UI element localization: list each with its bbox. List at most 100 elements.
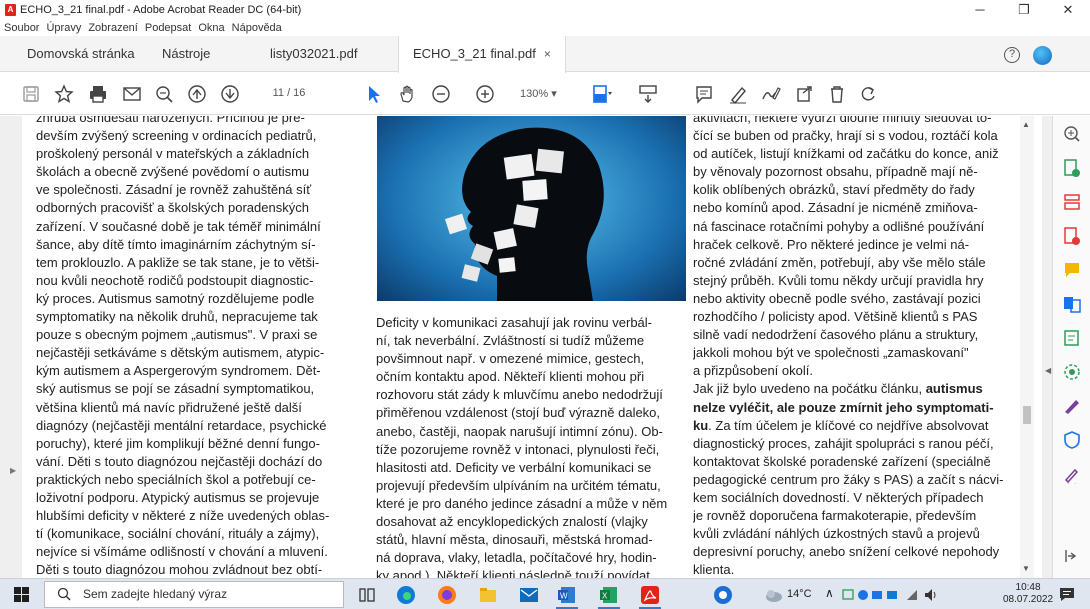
zoom-search-icon[interactable] — [153, 83, 175, 105]
menu-help[interactable]: Nápověda — [232, 22, 282, 34]
page-up-icon[interactable] — [186, 83, 208, 105]
page-indicator: / 16 — [258, 87, 305, 99]
text-line: aktivitách, některé vydrží dlouhé minuty… — [693, 116, 992, 125]
acrobat-taskbar-icon[interactable] — [639, 584, 661, 606]
close-tab-icon[interactable]: × — [544, 47, 551, 61]
protect-icon[interactable] — [1062, 430, 1082, 450]
text-line: nebo aktivity obecně podle svého, zastáv… — [693, 290, 981, 306]
zoom-tool-icon[interactable] — [1062, 124, 1082, 144]
page-down-icon[interactable] — [219, 83, 241, 105]
text-line: hlasitosti atd. Deficity ve verbální kom… — [376, 459, 652, 475]
rotate-icon[interactable] — [857, 83, 879, 105]
tab-listy[interactable]: listy032021.pdf — [270, 36, 357, 72]
taskbar-search-box[interactable]: Sem zadejte hledaný výraz — [44, 581, 344, 608]
organize-pages-icon[interactable] — [1062, 192, 1082, 212]
text-line: ský autismus se pojí se zásadní symptoma… — [36, 381, 315, 397]
minimize-button[interactable]: ─ — [958, 0, 1002, 20]
combine-files-icon[interactable] — [1062, 294, 1082, 314]
fill-sign-icon[interactable] — [1062, 396, 1082, 416]
text-line: pedagogické centrum pro žáky s PAS) a za… — [693, 471, 1004, 487]
taskbar-clock[interactable]: 10:48 08.07.2022 — [1003, 582, 1053, 606]
more-tools-icon[interactable] — [1062, 464, 1082, 487]
comment-tool-icon[interactable] — [1062, 260, 1082, 280]
text-line: loživotní podporu. Atypický autismus se … — [36, 489, 320, 505]
text-line: vání. Děti s touto diagnózou nejčastěji … — [36, 453, 323, 469]
page-total: / 16 — [287, 87, 306, 99]
text-line: proškolený personál v mateřských a zákla… — [36, 146, 310, 162]
hand-icon[interactable] — [396, 83, 418, 105]
fit-page-icon[interactable] — [591, 83, 613, 105]
file-explorer-icon[interactable] — [477, 584, 499, 606]
collapse-panel-icon[interactable]: ◀ — [1045, 366, 1051, 375]
word-icon[interactable]: W — [556, 584, 578, 606]
text-line: kolik oblíbených obrázků, staví předměty… — [693, 182, 975, 198]
scroll-down-icon[interactable]: ▼ — [1022, 564, 1030, 573]
svg-text:W: W — [560, 592, 568, 601]
scroll-mode-icon[interactable] — [637, 83, 659, 105]
tray-chevron-up-icon[interactable]: ∧ — [825, 586, 834, 600]
expand-left-panel-icon[interactable]: ▶ — [10, 466, 16, 475]
sign-icon[interactable] — [760, 83, 782, 105]
save-icon[interactable] — [20, 83, 42, 105]
text-line: devším zvýšený screening v ordinacích pe… — [36, 128, 317, 144]
restore-button[interactable]: ❐ — [1002, 0, 1046, 20]
network-volume-icons[interactable] — [905, 584, 939, 606]
text-line: povšimnout např. v omezené mimice, geste… — [376, 351, 645, 367]
text-line: diagnózy (nejčastěji mentální retardace,… — [36, 417, 327, 433]
tab-echo[interactable]: ECHO_3_21 final.pdf × — [398, 36, 566, 73]
scroll-up-icon[interactable]: ▲ — [1022, 120, 1030, 129]
vertical-scrollbar[interactable]: ▲ ▼ — [1020, 116, 1034, 578]
text-line: odborných pracovišť a školských poradens… — [36, 200, 309, 216]
clock-date: 08.07.2022 — [1003, 594, 1054, 605]
edge-browser-icon[interactable] — [395, 584, 417, 606]
select-arrow-icon[interactable] — [363, 83, 385, 105]
text-line: hlubšími deficity v některé z níže uvede… — [36, 508, 330, 524]
help-icon[interactable]: ? — [1004, 47, 1020, 63]
mail-icon[interactable] — [121, 83, 143, 105]
scrollbar-thumb[interactable] — [1023, 406, 1031, 424]
zoom-dropdown[interactable]: 130% ▾ — [520, 87, 557, 100]
share-icon[interactable] — [794, 83, 816, 105]
text-line: stejný průběh. Kvůli tomu někdy určují p… — [693, 272, 984, 288]
pen-icon[interactable] — [727, 83, 749, 105]
mail-app-icon[interactable] — [518, 584, 540, 606]
task-view-icon[interactable] — [356, 584, 378, 606]
account-avatar[interactable] — [1033, 46, 1052, 65]
export-pdf-icon[interactable] — [1062, 158, 1082, 178]
menu-window[interactable]: Okna — [198, 22, 224, 34]
windows-start-icon[interactable] — [14, 587, 29, 602]
text-line: ná doprava, vlaky, letadla, počítačové h… — [376, 550, 657, 566]
bold-line: nelze vyléčit, ale pouze zmírnit jeho sy… — [693, 399, 994, 415]
enhance-scan-icon[interactable] — [1062, 362, 1082, 382]
create-pdf-icon[interactable] — [1062, 226, 1082, 246]
comment-icon[interactable] — [693, 83, 715, 105]
text-line: ní, tak neverbální. Zvláštností si tudíž… — [376, 333, 645, 349]
windows-taskbar: Sem zadejte hledaný výraz W X 14°C ∧ 10:… — [0, 578, 1090, 609]
menu-sign[interactable]: Podepsat — [145, 22, 191, 34]
app-icon[interactable] — [712, 584, 734, 606]
edit-pdf-icon[interactable] — [1062, 328, 1082, 348]
text-line: ročné zvládání změn, potřebují, aby vše … — [693, 254, 986, 270]
text-line: silně vadí nedodržení časového plánu a s… — [693, 327, 979, 343]
panel-expand-icon[interactable] — [1062, 546, 1082, 566]
zoom-in-icon[interactable] — [474, 83, 496, 105]
close-window-button[interactable]: ✕ — [1046, 0, 1090, 20]
zoom-out-icon[interactable] — [430, 83, 452, 105]
notification-center-icon[interactable] — [1058, 586, 1076, 602]
trash-icon[interactable] — [826, 83, 848, 105]
tab-tools[interactable]: Nástroje — [162, 36, 210, 72]
excel-icon[interactable]: X — [598, 584, 620, 606]
text-line: zařízení. V současné době je tak téměř m… — [36, 218, 321, 234]
print-icon[interactable] — [87, 83, 109, 105]
menu-edit[interactable]: Úpravy — [46, 22, 81, 34]
firefox-icon[interactable] — [436, 584, 458, 606]
tab-home[interactable]: Domovská stránka — [27, 36, 135, 72]
tab-echo-label: ECHO_3_21 final.pdf — [413, 46, 536, 61]
menu-view[interactable]: Zobrazení — [88, 22, 138, 34]
menu-file[interactable]: Soubor — [4, 22, 39, 34]
text-line: by věnovaly pozornost obsahu, případně m… — [693, 164, 978, 180]
text-line: školách a obecně zvýšené povědomí o auti… — [36, 164, 310, 180]
star-icon[interactable] — [53, 83, 75, 105]
system-tray-icons[interactable] — [841, 584, 901, 606]
page-number-input[interactable] — [258, 87, 284, 99]
